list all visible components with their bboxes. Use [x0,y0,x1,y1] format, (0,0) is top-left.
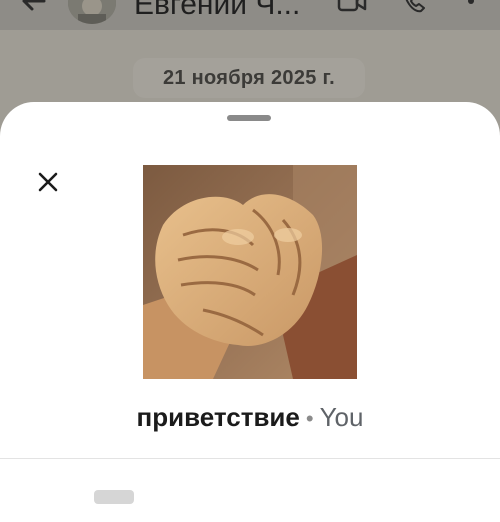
sticker-name: приветствие [136,402,300,432]
drag-handle[interactable] [227,115,271,121]
chat-header: Евгений Ч... [0,0,500,30]
close-icon [37,171,59,198]
sticker-image [143,165,357,379]
next-row-peek [94,490,134,504]
sticker-bottom-sheet: приветствие • You [0,102,500,522]
date-chip: 21 ноября 2025 г. [133,58,365,98]
back-arrow-icon[interactable] [16,0,50,18]
close-button[interactable] [28,164,68,204]
sticker-caption: приветствие • You [0,402,500,433]
phone-icon[interactable] [401,0,429,16]
more-vert-icon[interactable] [464,0,478,14]
avatar[interactable] [68,0,116,24]
contact-name[interactable]: Евгений Ч... [134,0,300,20]
divider [0,458,500,459]
sticker-author: You [319,402,364,432]
caption-separator: • [305,406,314,431]
video-call-icon[interactable] [337,0,367,16]
